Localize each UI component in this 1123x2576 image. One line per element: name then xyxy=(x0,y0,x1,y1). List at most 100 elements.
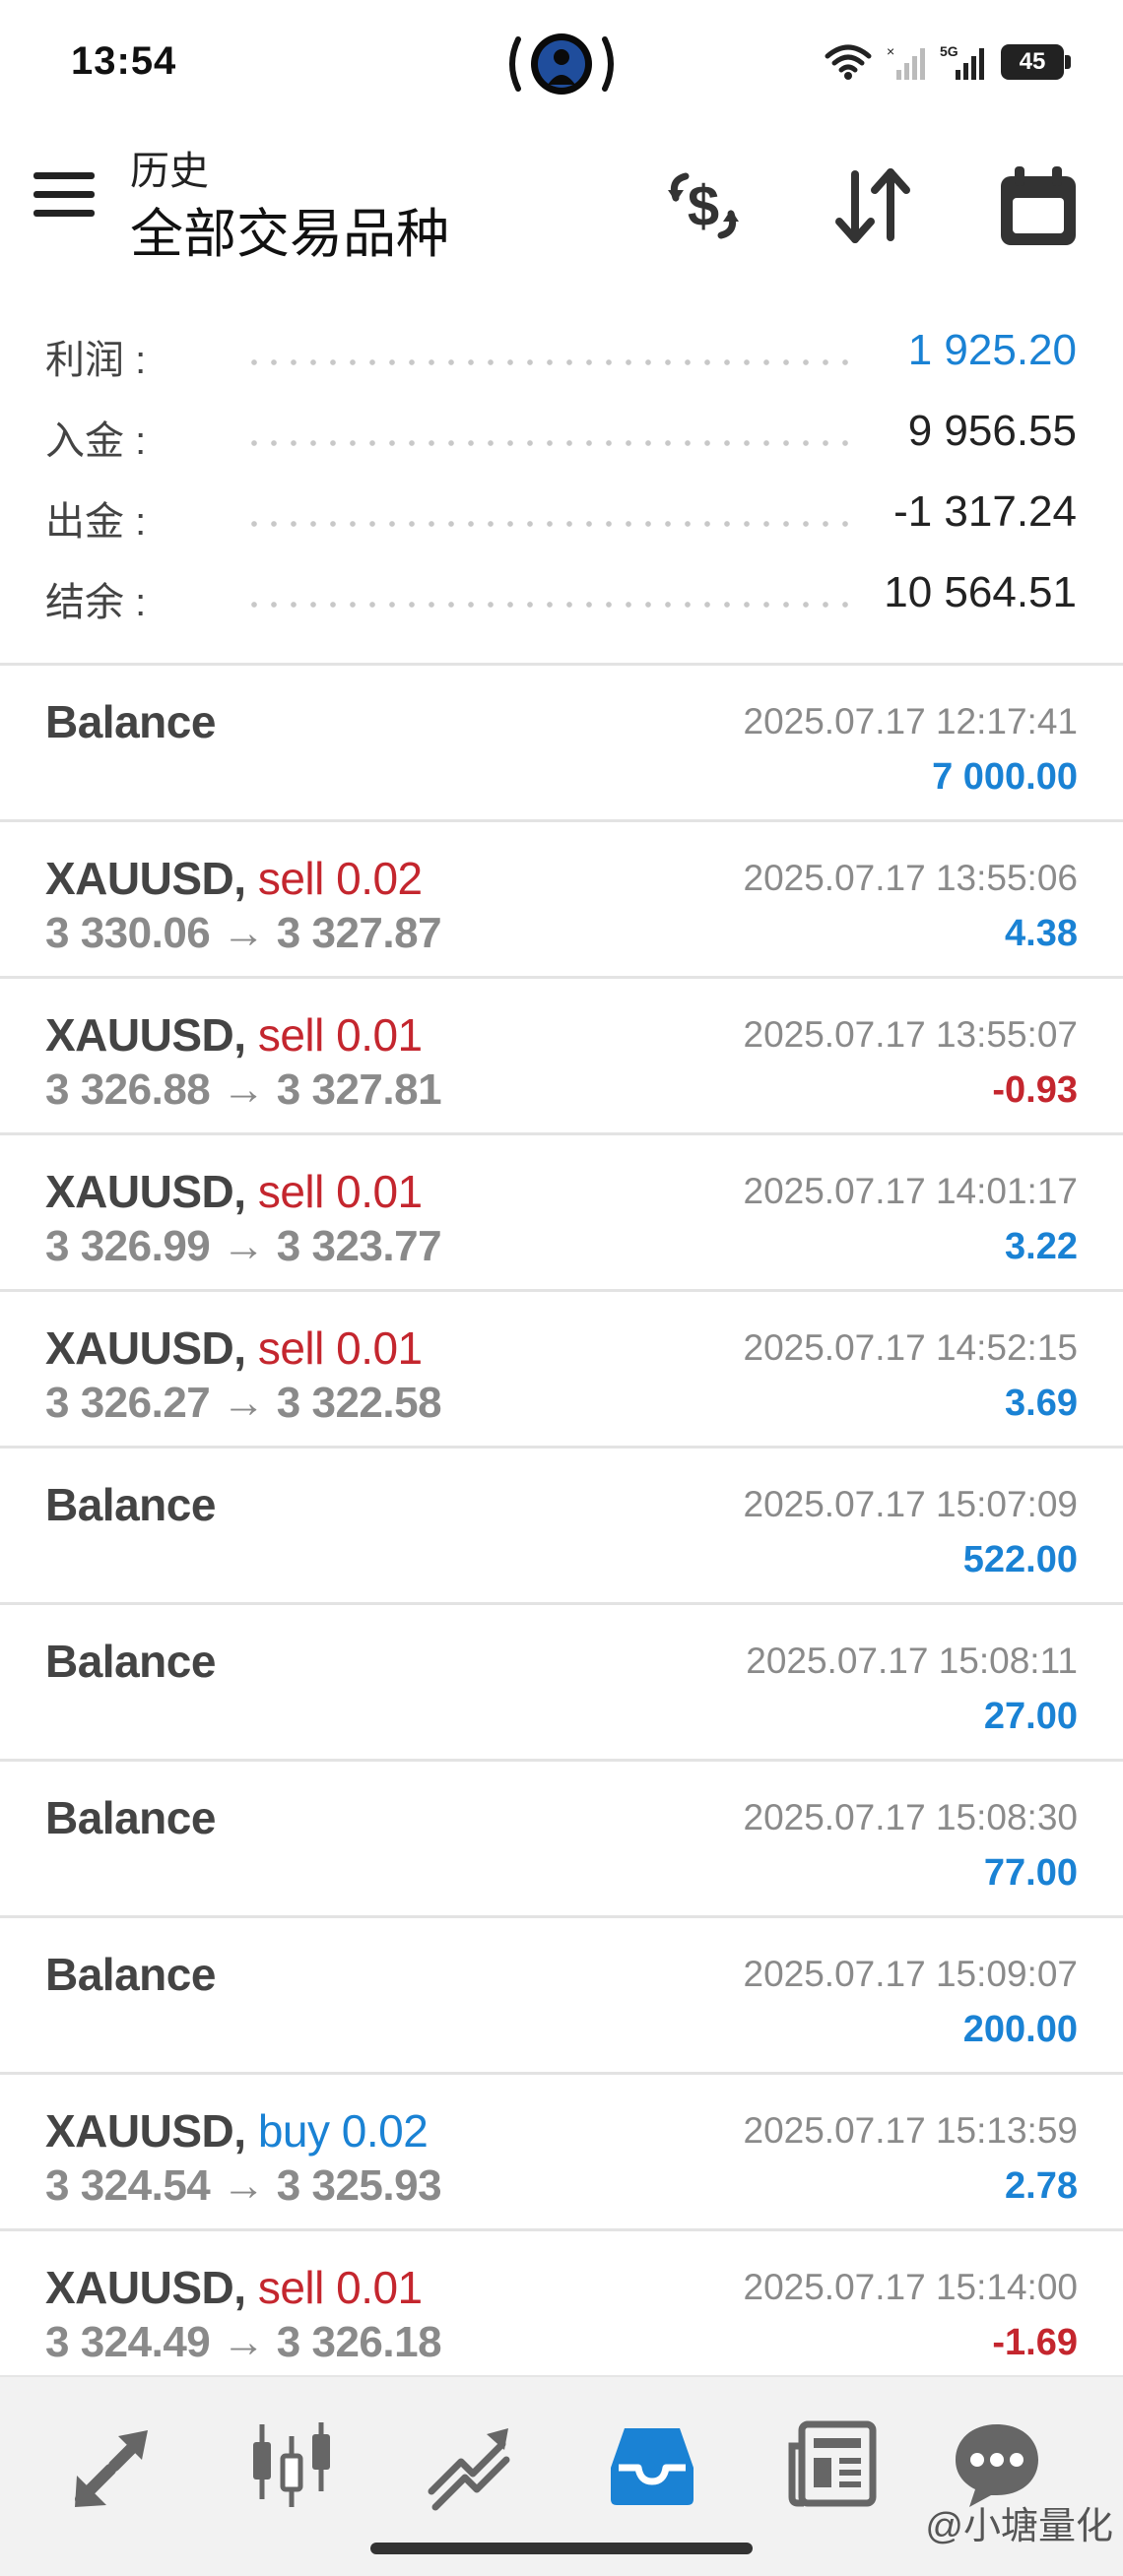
currency-exchange-icon[interactable]: $ xyxy=(656,159,751,253)
close-price: 3 327.81 xyxy=(276,1065,442,1114)
summary-value: 10 564.51 xyxy=(884,568,1077,616)
battery-icon: 45 xyxy=(1001,44,1071,80)
menu-button[interactable] xyxy=(33,172,95,224)
watermark: @小塘量化 xyxy=(925,2506,1113,2547)
close-price: 3 327.87 xyxy=(276,909,442,957)
signal-disabled-icon: × xyxy=(887,43,925,80)
trade-row[interactable]: 3 326.27 → 3 322.58 XAUUSD, sell 0.01 2025.0… xyxy=(0,1289,1123,1446)
trade-row[interactable]: 3 330.06 → 3 327.87 XAUUSD, sell 0.02 2025.0… xyxy=(0,819,1123,976)
close-price: 3 325.93 xyxy=(276,2161,442,2210)
sort-icon[interactable] xyxy=(826,159,920,253)
deal-symbol: XAUUSD, sell 0.01 xyxy=(45,1165,423,1218)
open-price: 3 326.88 xyxy=(45,1065,211,1114)
deal-symbol: XAUUSD, sell 0.01 xyxy=(45,2261,423,2314)
dot-leader xyxy=(244,521,857,527)
status-icons: × 5G 45 xyxy=(824,37,1071,87)
deal-prices: 3 324.54 → 3 325.93 xyxy=(45,2161,442,2211)
arrow-right-icon: → xyxy=(222,2318,265,2366)
symbol-separator: , xyxy=(233,2105,246,2157)
deal-direction: sell 0.01 xyxy=(257,1009,423,1061)
svg-text:×: × xyxy=(887,43,894,59)
symbol-name: Balance xyxy=(45,1792,216,1843)
symbol-name: Balance xyxy=(45,1636,216,1687)
deal-profit: 3.22 xyxy=(1005,1226,1078,1267)
svg-text:$: $ xyxy=(688,174,719,238)
trade-row[interactable]: 3 324.49 → 3 326.18 XAUUSD, sell 0.01 2025.0… xyxy=(0,2228,1123,2385)
summary-label: 结余 : xyxy=(45,581,147,624)
balance-row[interactable]: Balance 2025.07.17 15:08:11 27.00 xyxy=(0,1602,1123,1759)
dot-leader xyxy=(244,602,857,608)
deal-profit: 522.00 xyxy=(962,1539,1078,1580)
arrow-right-icon: → xyxy=(222,1222,265,1270)
balance-row[interactable]: Balance 2025.07.17 15:07:09 522.00 xyxy=(0,1446,1123,1602)
close-price: 3 326.18 xyxy=(276,2318,442,2366)
summary-row-profit: 利润 : 1 925.20 xyxy=(0,310,1123,391)
deals-list: Balance 2025.07.17 12:17:41 7 000.00 3 330.… xyxy=(0,663,1123,2385)
page-title[interactable]: 全部交易品种 xyxy=(130,190,449,268)
trade-icon[interactable] xyxy=(422,2416,516,2511)
deal-symbol: Balance xyxy=(45,695,216,748)
menu-bar-icon xyxy=(33,172,95,179)
symbol-name: XAUUSD xyxy=(45,853,234,904)
calendar-icon[interactable] xyxy=(991,159,1086,253)
symbol-name: Balance xyxy=(45,1479,216,1530)
deal-symbol: XAUUSD, sell 0.02 xyxy=(45,852,423,905)
deal-profit: -1.69 xyxy=(992,2322,1078,2363)
symbol-name: Balance xyxy=(45,1949,216,2000)
deal-time: 2025.07.17 15:08:30 xyxy=(743,1797,1079,1837)
deal-direction: buy 0.02 xyxy=(257,2105,429,2157)
deal-direction: sell 0.01 xyxy=(257,1166,423,1217)
deal-symbol: XAUUSD, sell 0.01 xyxy=(45,1321,423,1375)
deal-prices: 3 326.27 → 3 322.58 xyxy=(45,1379,442,1428)
summary-row-balance: 结余 : 10 564.51 xyxy=(0,552,1123,633)
balance-row[interactable]: Balance 2025.07.17 15:08:30 77.00 xyxy=(0,1759,1123,1915)
history-icon[interactable] xyxy=(605,2416,699,2511)
news-icon[interactable] xyxy=(784,2416,879,2511)
deal-profit: -0.93 xyxy=(992,1069,1078,1111)
balance-row[interactable]: Balance 2025.07.17 15:09:07 200.00 xyxy=(0,1915,1123,2072)
open-price: 3 330.06 xyxy=(45,909,211,957)
deal-prices: 3 324.49 → 3 326.18 xyxy=(45,2318,442,2367)
deal-symbol: XAUUSD, sell 0.01 xyxy=(45,1008,423,1062)
trade-row[interactable]: 3 326.88 → 3 327.81 XAUUSD, sell 0.01 2025.0… xyxy=(0,976,1123,1132)
bottom-nav: @小塘量化 xyxy=(0,2375,1123,2576)
trade-row[interactable]: 3 326.99 → 3 323.77 XAUUSD, sell 0.01 2025.0… xyxy=(0,1132,1123,1289)
summary-panel: 利润 : 1 925.20 入金 : 9 956.55 出金 : -1 317.… xyxy=(0,310,1123,633)
balance-row[interactable]: Balance 2025.07.17 12:17:41 7 000.00 xyxy=(0,663,1123,819)
symbol-separator: , xyxy=(233,1166,246,1217)
svg-text:5G: 5G xyxy=(940,43,958,59)
summary-value: -1 317.24 xyxy=(893,487,1077,536)
deal-time: 2025.07.17 12:17:41 xyxy=(743,701,1079,741)
deal-profit: 200.00 xyxy=(962,2009,1078,2050)
deal-time: 2025.07.17 15:14:00 xyxy=(743,2267,1079,2307)
open-price: 3 324.54 xyxy=(45,2161,211,2210)
deal-time: 2025.07.17 15:13:59 xyxy=(743,2110,1079,2151)
symbol-name: XAUUSD xyxy=(45,1166,234,1217)
menu-bar-icon xyxy=(33,210,95,217)
deal-prices: 3 330.06 → 3 327.87 xyxy=(45,909,442,958)
symbol-name: Balance xyxy=(45,696,216,747)
close-price: 3 322.58 xyxy=(276,1379,442,1427)
deal-time: 2025.07.17 13:55:07 xyxy=(743,1014,1079,1055)
summary-label: 利润 : xyxy=(45,339,147,382)
deal-profit: 2.78 xyxy=(1005,2165,1078,2207)
home-indicator[interactable] xyxy=(370,2543,753,2554)
symbol-separator: , xyxy=(233,853,246,904)
arrow-right-icon: → xyxy=(222,1379,265,1427)
deal-symbol: Balance xyxy=(45,1791,216,1844)
deal-prices: 3 326.88 → 3 327.81 xyxy=(45,1065,442,1115)
summary-label: 出金 : xyxy=(45,500,147,544)
chart-icon[interactable] xyxy=(244,2416,339,2511)
trade-row[interactable]: 3 324.54 → 3 325.93 XAUUSD, buy 0.02 2025.07… xyxy=(0,2072,1123,2228)
symbol-separator: , xyxy=(233,1009,246,1061)
deal-time: 2025.07.17 15:07:09 xyxy=(743,1484,1079,1524)
quotes-icon[interactable] xyxy=(67,2416,162,2511)
deal-time: 2025.07.17 14:01:17 xyxy=(743,1171,1079,1211)
summary-row-withdrawal: 出金 : -1 317.24 xyxy=(0,472,1123,552)
open-price: 3 324.49 xyxy=(45,2318,211,2366)
camera-notch-icon xyxy=(509,33,614,95)
status-time: 13:54 xyxy=(71,39,177,83)
summary-value: 9 956.55 xyxy=(907,407,1077,455)
deal-symbol: Balance xyxy=(45,1478,216,1531)
symbol-separator: , xyxy=(233,1322,246,1374)
